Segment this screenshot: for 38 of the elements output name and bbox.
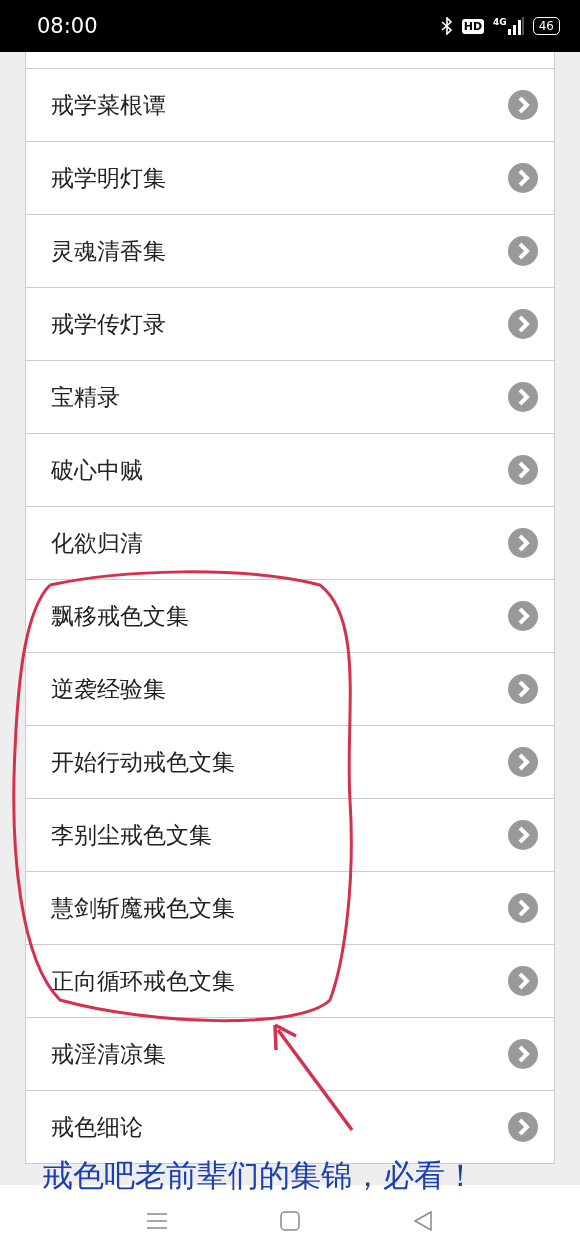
list-item[interactable]: 化欲归清 [26, 507, 554, 580]
list-item[interactable]: 戒学菜根谭 [26, 69, 554, 142]
signal-icon [507, 17, 524, 35]
chevron-right-icon [508, 236, 538, 266]
back-icon[interactable] [413, 1211, 434, 1231]
list-item[interactable]: 灵魂清香集 [26, 215, 554, 288]
battery-indicator: 46 [532, 17, 560, 35]
menu-icon[interactable] [146, 1213, 167, 1229]
list-item[interactable]: 戒学明灯集 [26, 142, 554, 215]
status-time: 08:00 [37, 14, 99, 38]
bluetooth-icon [440, 17, 453, 35]
hd-badge: HD [461, 18, 485, 34]
chevron-right-icon [508, 528, 538, 558]
chevron-right-icon [508, 966, 538, 996]
list-item[interactable]: 戒淫清凉集 [26, 1018, 554, 1091]
chevron-right-icon [508, 747, 538, 777]
list-item[interactable]: 破心中贼 [26, 434, 554, 507]
home-icon[interactable] [280, 1211, 300, 1231]
chevron-right-icon [508, 1039, 538, 1069]
chevron-right-icon [508, 382, 538, 412]
chevron-right-icon [508, 1112, 538, 1142]
list-item[interactable]: 飘移戒色文集 [26, 580, 554, 653]
list-item[interactable]: 宝精录 [26, 361, 554, 434]
list-item[interactable]: 慧剑斩魔戒色文集 [26, 872, 554, 945]
chevron-right-icon [508, 455, 538, 485]
chevron-right-icon [508, 90, 538, 120]
chevron-right-icon [508, 309, 538, 339]
list-item[interactable]: 正向循环戒色文集 [26, 945, 554, 1018]
chevron-right-icon [508, 163, 538, 193]
list-item[interactable]: 逆袭经验集 [26, 653, 554, 726]
network-label: 4G [493, 17, 507, 27]
chevron-right-icon [508, 601, 538, 631]
chevron-right-icon [508, 674, 538, 704]
chevron-right-icon [508, 820, 538, 850]
list-item[interactable]: 开始行动戒色文集 [26, 726, 554, 799]
chevron-right-icon [508, 893, 538, 923]
list-item[interactable]: 李别尘戒色文集 [26, 799, 554, 872]
list-item[interactable]: 戒学传灯录 [26, 288, 554, 361]
